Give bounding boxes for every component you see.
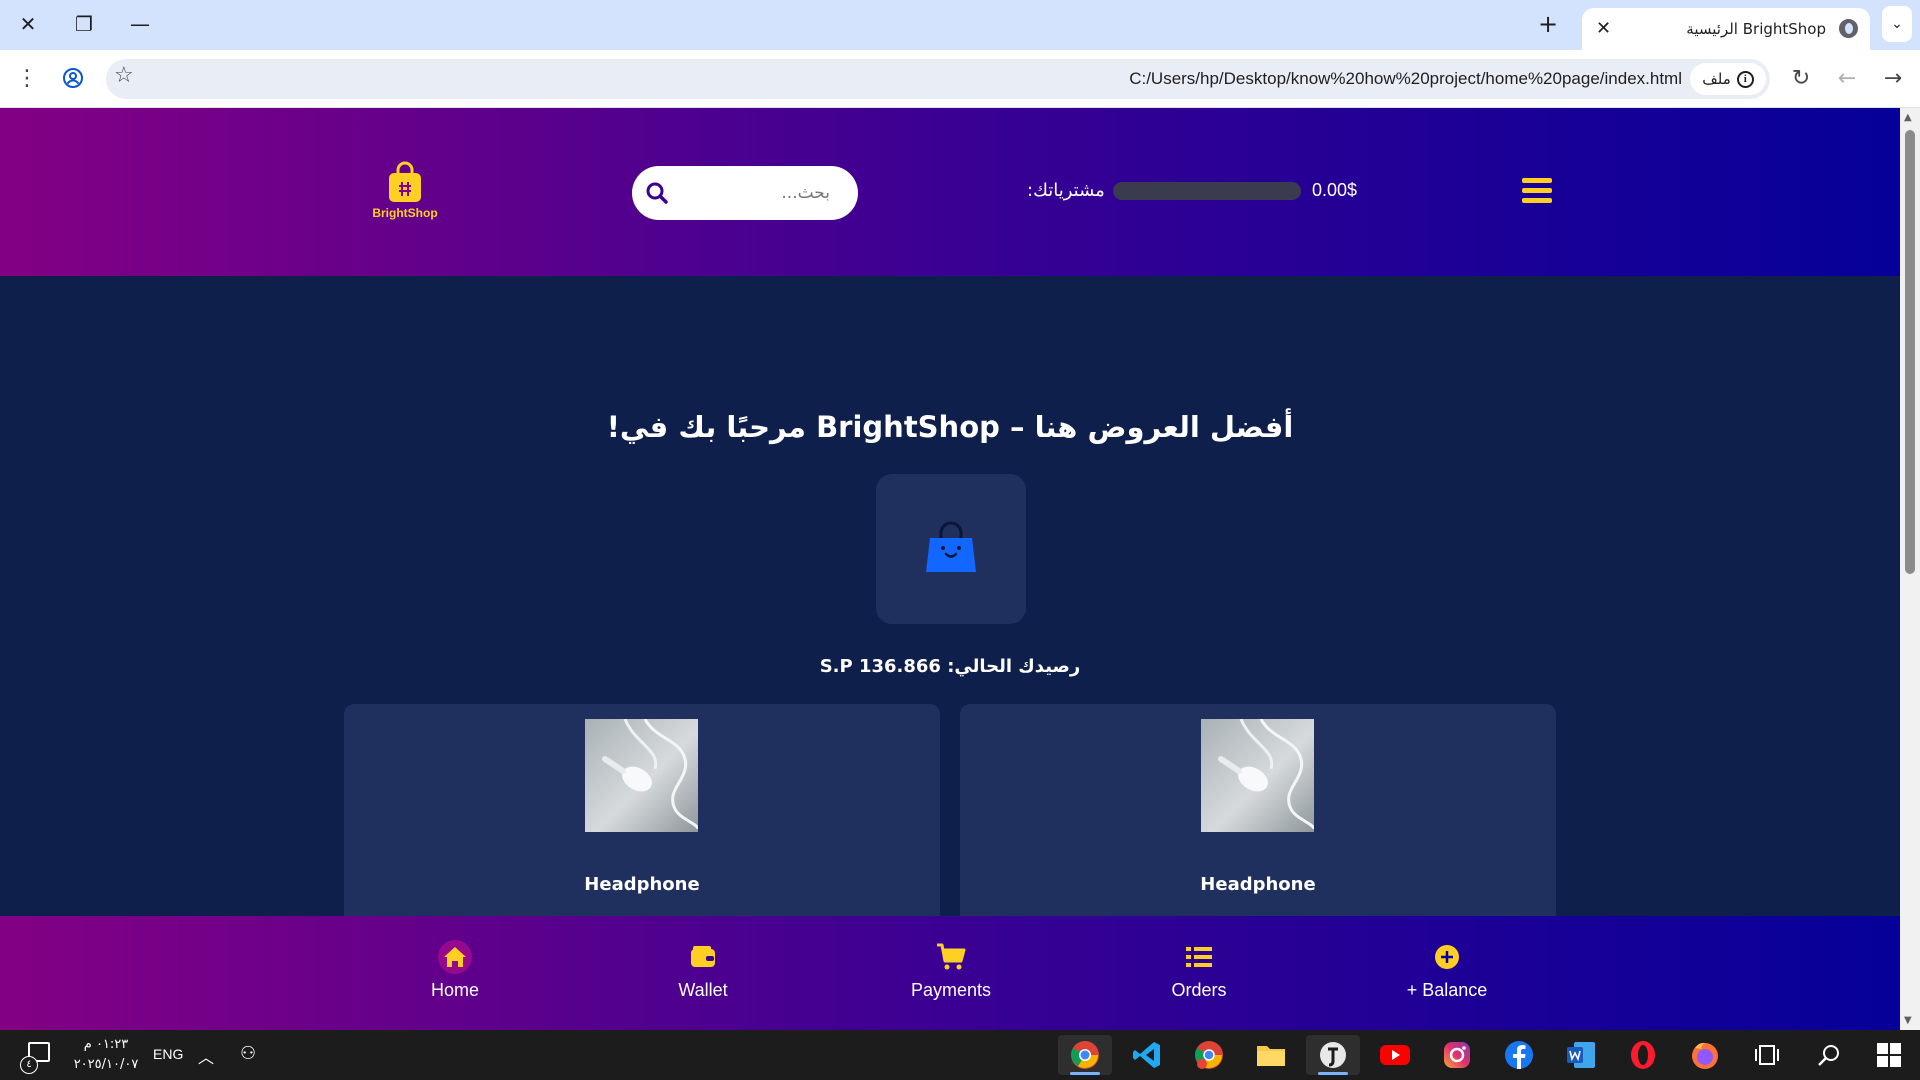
cart-icon — [871, 942, 1031, 972]
app-taskbar-icon[interactable] — [1306, 1035, 1360, 1075]
browser-tab-bar: ✕ ❐ — + ✕ BrightShop الرئيسية ⌄ — [0, 0, 1920, 50]
hero-bag-card — [876, 474, 1026, 624]
address-bar[interactable]: ☆ C:/Users/hp/Desktop/know%20how%20proje… — [106, 59, 1770, 99]
file-explorer-taskbar-icon[interactable] — [1244, 1035, 1298, 1075]
list-icon — [1119, 942, 1279, 972]
brightshop-logo[interactable]: BrightShop — [370, 160, 440, 222]
nav-orders-label: Orders — [1171, 980, 1227, 1000]
nav-add-balance-label: + Balance — [1406, 980, 1488, 1000]
firefox-taskbar-icon[interactable] — [1678, 1035, 1732, 1075]
tab-search-chevron-icon[interactable]: ⌄ — [1882, 6, 1912, 42]
instagram-taskbar-icon[interactable] — [1430, 1035, 1484, 1075]
chrome-profile-taskbar-icon[interactable] — [1182, 1035, 1236, 1075]
url-text[interactable]: C:/Users/hp/Desktop/know%20how%20project… — [1129, 69, 1682, 89]
product-image[interactable] — [585, 719, 698, 832]
chrome-taskbar-icon[interactable] — [1058, 1035, 1112, 1075]
scroll-up-arrow-icon[interactable]: ▲ — [1904, 112, 1912, 123]
subscriptions-progress-bar — [1113, 182, 1301, 200]
vscode-taskbar-icon[interactable] — [1120, 1035, 1174, 1075]
hamburger-menu-icon[interactable] — [1522, 178, 1552, 204]
info-icon: i — [1736, 70, 1754, 88]
subscriptions-label: مشترياتك: — [1027, 180, 1105, 201]
clock-date: ٢٠٢٥/١٠/٠٧ — [73, 1057, 139, 1072]
nav-wallet[interactable]: Wallet — [623, 942, 783, 1001]
tab-close-icon[interactable]: ✕ — [1596, 18, 1611, 39]
nav-payments-label: Payments — [910, 980, 992, 1000]
subscriptions-value: 0.00$ — [1312, 180, 1358, 200]
search-box[interactable] — [632, 166, 858, 220]
profile-icon[interactable] — [54, 59, 92, 97]
shopping-bag-logo-icon — [389, 161, 421, 202]
page-scrollbar[interactable]: ▲ ▼ — [1900, 108, 1920, 1030]
clock-time: ٠١:٢٣ م — [83, 1037, 129, 1052]
search-icon[interactable] — [644, 180, 670, 206]
search-taskbar-icon[interactable] — [1802, 1035, 1856, 1075]
globe-icon — [1839, 19, 1858, 38]
site-info-chip[interactable]: ملف i — [1690, 63, 1766, 95]
notification-count-badge: ٤ — [20, 1056, 38, 1074]
scroll-down-arrow-icon[interactable]: ▼ — [1904, 1015, 1912, 1026]
more-menu-icon[interactable]: ⋮ — [8, 59, 46, 97]
welcome-heading: أفضل العروض هنا – BrightShop مرحبًا بك ف… — [606, 410, 1294, 444]
site-header: BrightShop مشترياتك: 0.00$ — [0, 108, 1900, 276]
nav-home[interactable]: Home — [375, 940, 535, 1001]
tab-title: BrightShop الرئيسية — [1686, 20, 1826, 38]
close-window-icon[interactable]: ✕ — [0, 0, 56, 48]
current-balance: رصيدك الحالي: S.P 136.866 — [819, 656, 1081, 677]
logo-text: BrightShop — [372, 206, 438, 220]
task-view-icon[interactable] — [1740, 1035, 1794, 1075]
taskbar-clock[interactable]: ٠١:٢٣ م ٢٠٢٥/١٠/٠٧ — [68, 1035, 144, 1075]
windows-start-icon[interactable] — [1862, 1035, 1916, 1075]
back-arrow-icon[interactable]: ← — [1828, 59, 1866, 97]
opera-taskbar-icon[interactable] — [1616, 1035, 1670, 1075]
nav-add-balance[interactable]: + Balance — [1367, 942, 1527, 1001]
product-name: Headphone — [584, 874, 700, 895]
site-chip-label: ملف — [1702, 70, 1731, 88]
shopping-bag-icon — [926, 521, 976, 572]
product-image[interactable] — [1201, 719, 1314, 832]
browser-toolbar: ⋮ ☆ C:/Users/hp/Desktop/know%20how%20pro… — [0, 50, 1920, 108]
new-tab-icon[interactable]: + — [1538, 10, 1558, 38]
home-icon — [375, 940, 535, 974]
nav-payments[interactable]: Payments — [871, 942, 1031, 1001]
page-viewport: BrightShop مشترياتك: 0.00$ أفضل العروض ه… — [0, 108, 1900, 1030]
plus-circle-icon — [1367, 942, 1527, 972]
input-language[interactable]: ENG — [153, 1046, 183, 1062]
hidden-icons-chevron-icon[interactable]: ︿ — [198, 1044, 214, 1068]
nav-wallet-label: Wallet — [678, 980, 728, 1000]
youtube-taskbar-icon[interactable] — [1368, 1035, 1422, 1075]
scrollbar-thumb[interactable] — [1905, 130, 1915, 574]
bookmark-star-icon[interactable]: ☆ — [114, 63, 134, 88]
windows-taskbar: ٤ ٠١:٢٣ م ٢٠٢٥/١٠/٠٧ ENG ︿ ⚇ — [0, 1030, 1920, 1080]
minimize-window-icon[interactable]: — — [112, 0, 168, 48]
restore-window-icon[interactable]: ❐ — [56, 0, 112, 48]
word-taskbar-icon[interactable] — [1554, 1035, 1608, 1075]
browser-tab[interactable]: ✕ BrightShop الرئيسية — [1582, 8, 1870, 50]
forward-arrow-icon[interactable]: → — [1874, 59, 1912, 97]
product-name: Headphone — [1200, 874, 1316, 895]
nav-orders[interactable]: Orders — [1119, 942, 1279, 1001]
people-icon[interactable]: ⚇ — [240, 1043, 256, 1064]
search-input[interactable] — [680, 176, 830, 210]
nav-home-label: Home — [430, 980, 479, 1000]
bottom-navigation: Home Wallet Payments Orders + Balance — [0, 916, 1900, 1030]
reload-icon[interactable]: ↻ — [1782, 59, 1820, 97]
facebook-taskbar-icon[interactable] — [1492, 1035, 1546, 1075]
wallet-icon — [623, 942, 783, 972]
